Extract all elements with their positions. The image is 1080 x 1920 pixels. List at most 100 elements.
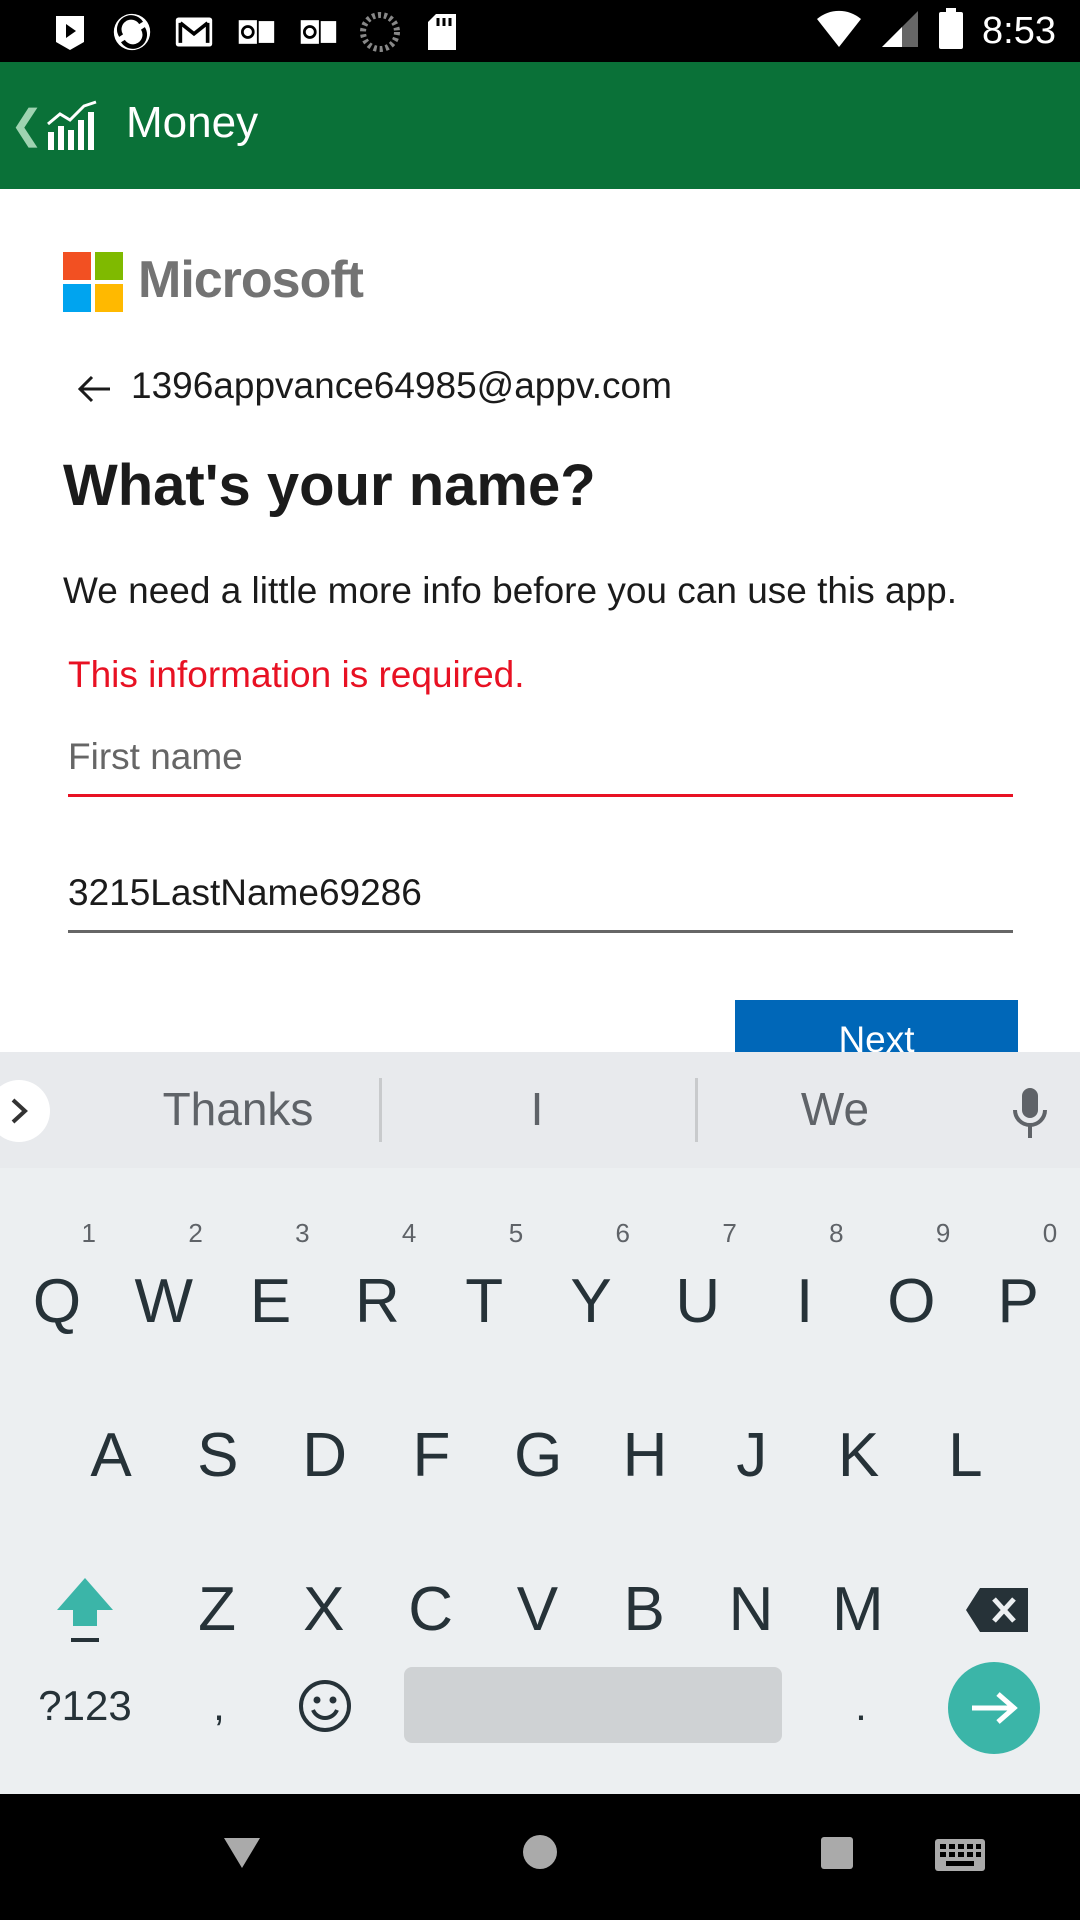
key-s[interactable]: S	[165, 1396, 271, 1516]
battery-icon	[938, 7, 964, 55]
status-bar: 8:53	[0, 0, 1080, 62]
app-bar: ❮ Money	[0, 62, 1080, 189]
key-label: U	[675, 1267, 721, 1336]
key-v[interactable]: V	[484, 1550, 590, 1670]
sd-card-icon	[422, 12, 462, 52]
key-l[interactable]: L	[912, 1396, 1018, 1516]
description-text: We need a little more info before you ca…	[63, 570, 958, 611]
expand-chevron-icon[interactable]	[0, 1080, 50, 1142]
key-number-hint: 3	[295, 1218, 310, 1248]
suggestion-1[interactable]: Thanks	[118, 1082, 358, 1136]
back-arrow-icon[interactable]	[76, 370, 114, 408]
key-p[interactable]: P0	[965, 1220, 1071, 1362]
key-w[interactable]: W2	[111, 1220, 217, 1362]
first-name-field[interactable]	[68, 720, 1013, 797]
play-icon	[50, 12, 90, 52]
key-label: S	[197, 1421, 239, 1490]
key-q[interactable]: Q1	[4, 1220, 110, 1362]
key-label: Z	[198, 1575, 236, 1644]
key-g[interactable]: G	[485, 1396, 591, 1516]
clock: 8:53	[982, 9, 1056, 52]
key-o[interactable]: O9	[858, 1220, 964, 1362]
key-number-hint: 4	[401, 1218, 417, 1248]
keyboard-switch-icon[interactable]	[934, 1838, 986, 1877]
emoji-key[interactable]	[272, 1646, 378, 1766]
symbols-key[interactable]: ?123	[32, 1646, 138, 1766]
wifi-icon	[816, 9, 862, 54]
comma-key[interactable]: ,	[166, 1646, 272, 1766]
gmail-icon	[174, 12, 214, 52]
space-key[interactable]	[404, 1667, 782, 1743]
key-label: W	[134, 1267, 194, 1336]
next-button[interactable]: Next	[735, 1000, 1018, 1052]
suggestion-strip: Thanks I We	[0, 1052, 1080, 1168]
key-label: V	[516, 1575, 559, 1644]
key-label: F	[412, 1421, 451, 1490]
key-number-hint: 6	[615, 1218, 630, 1248]
soft-keyboard: Thanks I We Q1W2E3R4T5Y6U7I8O9P0ASDFGHJK…	[0, 1052, 1080, 1794]
key-t[interactable]: T5	[431, 1220, 537, 1362]
key-label: N	[728, 1575, 774, 1644]
key-label: Q	[32, 1267, 82, 1336]
period-key[interactable]: .	[808, 1646, 914, 1766]
key-number-hint: 9	[935, 1218, 951, 1248]
loading-icon	[360, 12, 400, 52]
error-message: This information is required.	[68, 654, 525, 695]
key-i[interactable]: I8	[752, 1220, 858, 1362]
key-number-hint: 5	[508, 1218, 524, 1248]
key-h[interactable]: H	[592, 1396, 698, 1516]
account-email: 1396appvance64985@appv.com	[131, 365, 672, 406]
enter-arrow-key[interactable]	[948, 1662, 1040, 1754]
key-label: L	[948, 1421, 983, 1490]
key-label: X	[303, 1575, 345, 1644]
microsoft-wordmark: Microsoft	[138, 251, 364, 309]
key-label: R	[355, 1267, 400, 1336]
key-label: G	[514, 1421, 563, 1490]
money-logo-icon	[46, 100, 102, 152]
divider	[379, 1078, 382, 1142]
key-label: P	[997, 1267, 1039, 1336]
key-label: C	[408, 1575, 453, 1644]
key-label: D	[302, 1421, 347, 1490]
key-r[interactable]: R4	[324, 1220, 430, 1362]
key-label: A	[90, 1421, 132, 1490]
key-number-hint: 2	[188, 1218, 203, 1248]
key-label: I	[795, 1267, 814, 1336]
key-n[interactable]: N	[698, 1550, 804, 1670]
back-chevron-icon[interactable]: ❮	[10, 102, 44, 148]
navigation-bar	[0, 1794, 1080, 1920]
backspace-key[interactable]	[944, 1550, 1050, 1670]
page-title: What's your name?	[63, 453, 596, 518]
key-label: T	[465, 1267, 504, 1336]
suggestion-2[interactable]: I	[417, 1082, 657, 1136]
last-name-field[interactable]	[68, 856, 1013, 933]
key-a[interactable]: A	[58, 1396, 164, 1516]
microsoft-logo-icon	[63, 252, 123, 312]
key-number-hint: 7	[722, 1218, 737, 1248]
recents-square-icon[interactable]	[820, 1836, 854, 1875]
back-triangle-icon[interactable]	[222, 1836, 262, 1875]
key-label: B	[623, 1575, 665, 1644]
microphone-icon[interactable]	[1010, 1086, 1050, 1142]
key-c[interactable]: C	[378, 1550, 484, 1670]
key-u[interactable]: U7	[645, 1220, 751, 1362]
sync-icon	[112, 12, 152, 52]
key-label: J	[736, 1421, 768, 1490]
key-y[interactable]: Y6	[538, 1220, 644, 1362]
home-circle-icon[interactable]	[522, 1834, 558, 1875]
key-e[interactable]: E3	[218, 1220, 324, 1362]
key-b[interactable]: B	[591, 1550, 697, 1670]
outlook-icon	[298, 12, 338, 52]
app-title: Money	[126, 98, 259, 147]
key-f[interactable]: F	[378, 1396, 484, 1516]
divider	[695, 1078, 698, 1142]
key-number-hint: 8	[829, 1218, 844, 1248]
signal-icon	[880, 9, 920, 54]
key-k[interactable]: K	[806, 1396, 912, 1516]
key-label: E	[249, 1267, 292, 1336]
suggestion-3[interactable]: We	[715, 1082, 955, 1136]
key-j[interactable]: J	[699, 1396, 805, 1516]
key-d[interactable]: D	[272, 1396, 378, 1516]
outlook-icon	[236, 12, 276, 52]
key-label: O	[887, 1267, 936, 1336]
